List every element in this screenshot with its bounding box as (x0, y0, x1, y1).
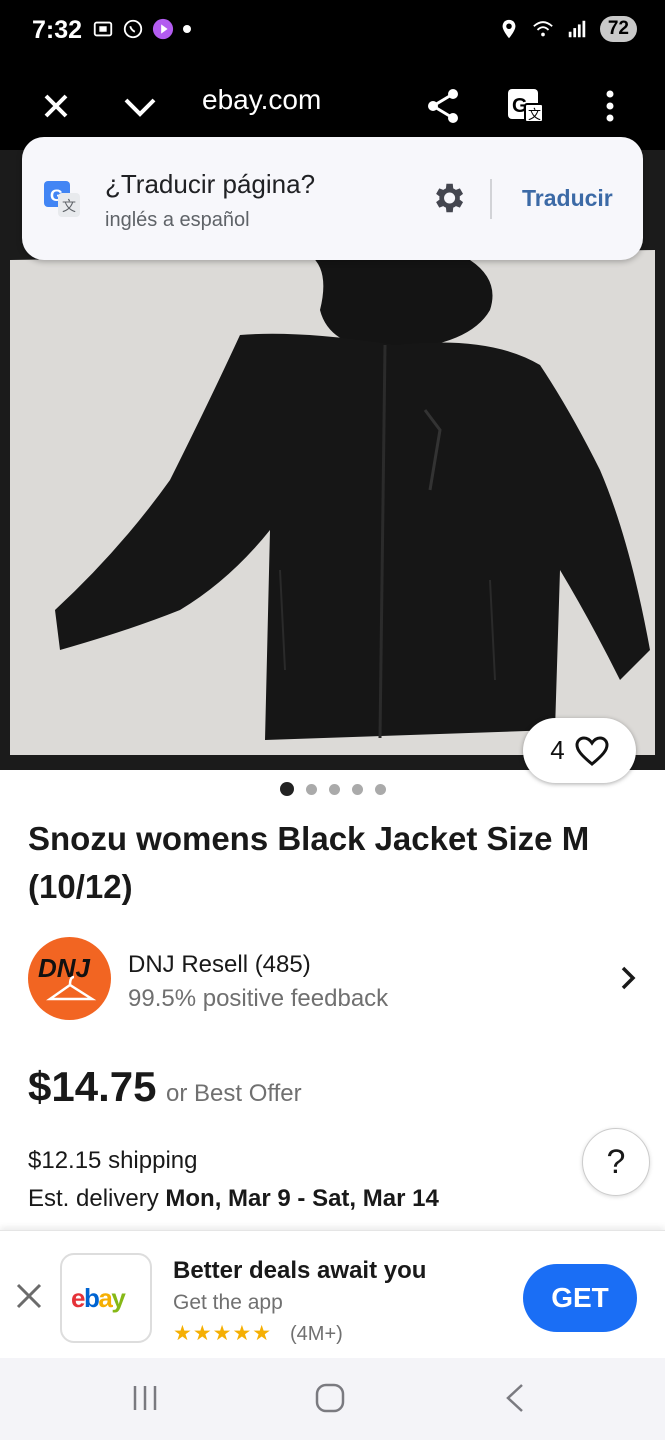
translate-title: ¿Traducir página? (105, 169, 316, 199)
carousel-dot-2[interactable] (305, 783, 317, 795)
svg-text:文: 文 (62, 199, 76, 215)
share-icon[interactable] (423, 86, 463, 126)
banner-title: Better deals await you (173, 1257, 427, 1284)
chevron-down-icon[interactable] (120, 86, 160, 126)
home-icon[interactable] (312, 1380, 348, 1416)
recent-apps-icon[interactable] (127, 1380, 163, 1416)
app-download-banner: ebay Better deals await you Get the app … (0, 1230, 665, 1358)
whatsapp-icon (123, 19, 143, 39)
shipping-cost: $12.15 shipping (28, 1147, 198, 1174)
ebay-logo: ebay (71, 1283, 128, 1313)
seller-name: DNJ Resell (485) (128, 951, 311, 978)
chevron-right-icon[interactable] (613, 963, 643, 993)
translate-button[interactable]: Traducir (522, 185, 613, 212)
get-app-button[interactable]: GET (523, 1264, 637, 1332)
ebay-app-icon[interactable]: ebay (60, 1253, 152, 1343)
listing-title: Snozu womens Black Jacket Size M (10/12) (28, 820, 590, 905)
video-icon (152, 18, 174, 40)
heart-icon (575, 735, 609, 766)
best-offer-text: or Best Offer (166, 1080, 302, 1107)
signal-icon (568, 20, 586, 38)
carousel-dot-3[interactable] (328, 783, 340, 795)
more-icon[interactable] (590, 86, 630, 126)
system-nav-bar (0, 1358, 665, 1440)
carousel-indicator (0, 782, 665, 796)
gear-icon[interactable] (429, 179, 467, 217)
delivery-label: Est. delivery (28, 1185, 159, 1212)
carousel-dot-5[interactable] (374, 783, 386, 795)
translate-prompt: G文 ¿Traducir página? inglés a español Tr… (22, 137, 643, 260)
watch-count: 4 (550, 735, 565, 765)
battery-icon: 72 (599, 16, 637, 42)
url-text[interactable]: ebay.com (202, 84, 321, 116)
translate-icon[interactable]: G文 (505, 86, 545, 126)
back-icon[interactable] (498, 1380, 534, 1416)
location-icon (502, 19, 516, 39)
svg-text:ebay: ebay (71, 1283, 126, 1313)
price: $14.75 (28, 1063, 157, 1110)
seller-logo-text: DNJ (38, 953, 91, 983)
screenshot-icon (93, 21, 113, 37)
seller-feedback: 99.5% positive feedback (128, 985, 389, 1012)
star-rating: ★★★★★ (173, 1322, 273, 1345)
rating-count: (4M+) (290, 1323, 343, 1345)
svg-text:文: 文 (528, 108, 541, 123)
watch-button[interactable]: 4 (523, 718, 636, 783)
divider (490, 179, 492, 219)
seller-avatar: DNJ (28, 937, 111, 1020)
close-icon[interactable] (36, 86, 76, 126)
help-button[interactable]: ? (582, 1128, 650, 1196)
carousel-dot-4[interactable] (351, 783, 363, 795)
close-banner-icon[interactable] (14, 1281, 44, 1311)
status-time: 7:32 (32, 16, 83, 44)
delivery-dates: Mon, Mar 9 - Sat, Mar 14 (165, 1185, 439, 1212)
carousel-dot-1[interactable] (279, 782, 294, 796)
banner-subtitle: Get the app (173, 1291, 283, 1314)
dot-icon (183, 25, 191, 33)
translate-subtitle: inglés a español (105, 209, 250, 231)
status-bar: 7:32 72 (0, 0, 665, 64)
seller-row[interactable]: DNJ DNJ Resell (485) 99.5% positive feed… (28, 937, 638, 1021)
google-translate-icon: G文 (44, 181, 80, 217)
wifi-icon (533, 21, 553, 37)
screen: 7:32 72 ebay.com G文 4 G 文 ¿Traducir pági… (0, 0, 665, 1440)
delivery-estimate: Est. delivery Mon, Mar 9 - Sat, Mar 14 (28, 1185, 439, 1213)
